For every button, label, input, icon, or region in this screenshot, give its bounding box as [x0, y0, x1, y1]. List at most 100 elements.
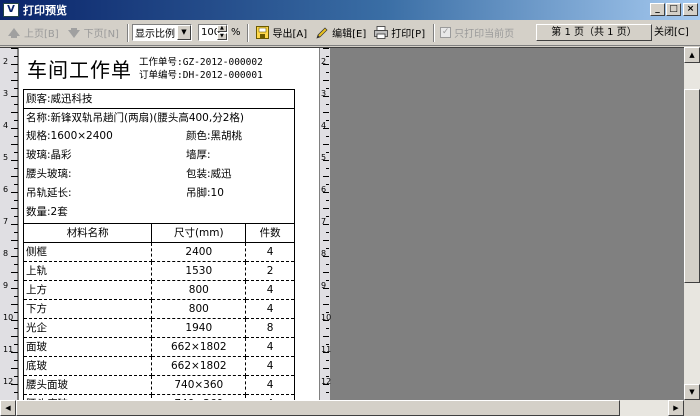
size-cell: 1530	[151, 260, 247, 281]
ruler-tick	[323, 384, 329, 385]
ruler-tick	[14, 152, 18, 153]
print-current-only-checkbox[interactable]: ✓ 只打印当前页	[440, 25, 514, 40]
ruler-tick	[326, 184, 329, 185]
column-header: 材料名称	[22, 224, 153, 243]
ruler-tick	[14, 280, 18, 281]
vertical-ruler-left: 2 3 4 5 6 7 8 9 10 11 12	[0, 48, 18, 400]
ruler-tick	[326, 120, 329, 121]
ruler-tick	[326, 312, 329, 313]
size-cell: 1940	[151, 317, 247, 338]
color: 颜色:黑胡桃	[186, 130, 243, 142]
ruler-tick	[326, 72, 329, 73]
next-page-label: 下页[N]	[83, 29, 119, 40]
ruler-tick	[326, 392, 329, 393]
close-preview-button[interactable]: 关闭[C]	[652, 24, 696, 41]
material-name-cell: 腰头面玻	[22, 374, 153, 395]
ruler-tick	[323, 64, 329, 65]
ruler-tick	[14, 88, 18, 89]
ruler-tick	[11, 192, 18, 193]
minimize-button[interactable]: _	[650, 3, 665, 16]
ruler-tick	[11, 128, 18, 129]
column-header: 尺寸(mm)	[151, 224, 247, 243]
edit-button[interactable]: 编辑[E]	[312, 23, 369, 43]
ruler-tick	[14, 216, 18, 217]
ruler-tick	[323, 224, 329, 225]
ruler-tick	[323, 368, 329, 369]
ruler-tick	[326, 360, 329, 361]
close-window-button[interactable]: ×	[683, 3, 698, 16]
ruler-tick	[11, 224, 18, 225]
count-cell: 4	[245, 374, 295, 395]
size-cell: 662×1802	[151, 336, 247, 357]
vertical-scroll-thumb[interactable]	[684, 89, 700, 283]
customer: 顾客:威迅科技	[26, 93, 93, 105]
print-page: 车间工作单 工作单号:GZ-2012-000002 订单编号:DH-2012-0…	[19, 48, 319, 400]
ruler-tick	[323, 48, 329, 49]
packing: 包装:威迅	[186, 168, 232, 180]
app-icon: V	[3, 3, 19, 17]
horizontal-scrollbar[interactable]: ◀ ▶	[0, 400, 684, 416]
prev-page-button[interactable]: 上页[B]	[4, 23, 62, 43]
ruler-tick	[326, 264, 329, 265]
ruler-tick	[14, 72, 18, 73]
spin-up-icon[interactable]: ▲	[216, 25, 227, 32]
scroll-down-icon[interactable]: ▼	[684, 384, 700, 400]
size-cell: 740×360	[151, 374, 247, 395]
size-cell: 800	[151, 279, 247, 300]
page-indicator: 第 1 页（共 1 页）	[536, 24, 652, 41]
ruler-tick	[323, 112, 329, 113]
ruler-number: 3	[3, 89, 9, 98]
ruler-tick	[326, 376, 329, 377]
zoom-mode-value: 显示比例	[134, 29, 175, 40]
preview-area: 2 3 4 5 6 7 8 9 10 11 12 车间工作单 工作单号:GZ-2012-000002…	[0, 47, 684, 400]
scroll-right-icon[interactable]: ▶	[668, 400, 684, 416]
document-meta: 工作单号:GZ-2012-000002 订单编号:DH-2012-000001	[139, 56, 263, 82]
size-cell: 662×1802	[151, 355, 247, 376]
ruler-tick	[326, 136, 329, 137]
ruler-tick	[326, 248, 329, 249]
ruler-tick	[326, 280, 329, 281]
ruler-tick	[323, 304, 329, 305]
hanger: 吊脚:10	[186, 187, 224, 199]
ruler-tick	[11, 384, 18, 385]
export-button[interactable]: 导出[A]	[252, 23, 310, 43]
horizontal-scroll-thumb[interactable]	[16, 400, 620, 416]
maximize-button[interactable]: □	[666, 3, 681, 16]
ruler-tick	[11, 176, 18, 177]
scroll-up-icon[interactable]: ▲	[684, 47, 700, 63]
zoom-value-stepper[interactable]: 100 ▲ ▼	[197, 24, 228, 41]
print-button[interactable]: 打印[P]	[371, 23, 428, 43]
material-name-cell: 上轨	[22, 260, 153, 281]
title-bar: V 打印预览 _ □ ×	[0, 0, 700, 20]
ruler-tick	[323, 256, 329, 257]
count-cell: 4	[245, 298, 295, 319]
ruler-tick	[323, 288, 329, 289]
scroll-left-icon[interactable]: ◀	[0, 400, 16, 416]
material-name-cell: 上方	[22, 279, 153, 300]
glass: 玻璃:晶彩	[26, 149, 72, 161]
ruler-tick	[326, 232, 329, 233]
materials-table: 材料名称 尺寸(mm) 件数 侧框 2400 4 上轨 1530 2 上方 800 4 下方 800…	[22, 224, 295, 400]
chevron-down-icon[interactable]: ▼	[176, 25, 191, 40]
ruler-tick	[323, 96, 329, 97]
count-cell: 4	[245, 279, 295, 300]
ruler-tick	[326, 344, 329, 345]
quantity: 数量:2套	[26, 206, 68, 218]
zoom-mode-select[interactable]: 显示比例 ▼	[131, 24, 192, 41]
ruler-tick	[326, 216, 329, 217]
spin-down-icon[interactable]: ▼	[216, 33, 227, 40]
materials-table-body: 侧框 2400 4 上轨 1530 2 上方 800 4 下方 800 4 光企 1940 8 面玻 662×1…	[22, 241, 295, 400]
ruler-tick	[323, 192, 329, 193]
ruler-tick	[14, 296, 18, 297]
ruler-tick	[14, 344, 18, 345]
window-controls: _ □ ×	[649, 3, 698, 16]
ruler-number: 2	[3, 57, 9, 66]
ruler-tick	[326, 104, 329, 105]
ruler-tick	[326, 200, 329, 201]
next-page-button[interactable]: 下页[N]	[64, 23, 122, 43]
ruler-tick	[14, 248, 18, 249]
vertical-scrollbar[interactable]: ▲ ▼	[684, 47, 700, 400]
ruler-tick	[11, 336, 18, 337]
ruler-tick	[323, 352, 329, 353]
ruler-tick	[14, 328, 18, 329]
